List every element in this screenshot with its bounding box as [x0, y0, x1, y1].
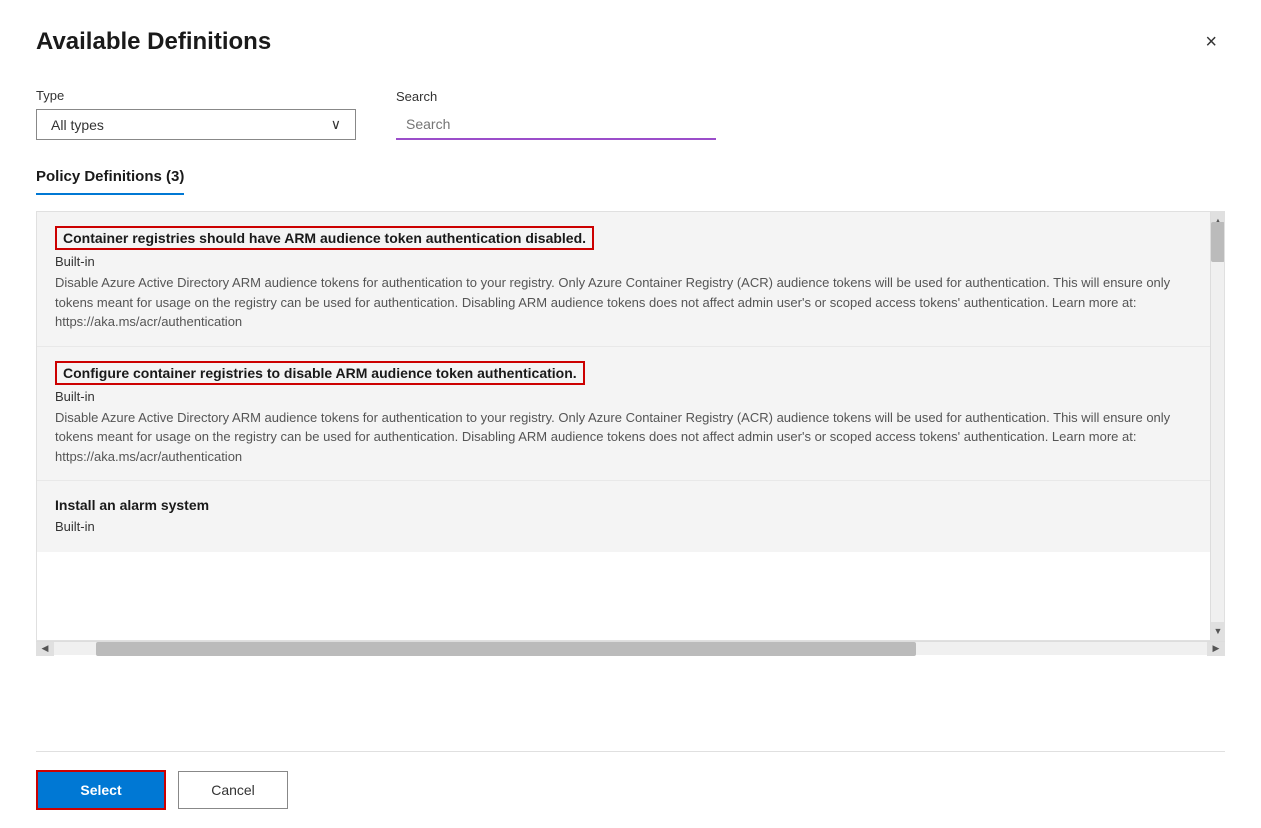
policy-type: Built-in — [55, 389, 1192, 404]
scroll-left-arrow[interactable]: ◀ — [36, 642, 54, 656]
policy-description: Disable Azure Active Directory ARM audie… — [55, 408, 1192, 467]
chevron-down-icon: ∨ — [331, 116, 341, 133]
type-label: Type — [36, 88, 356, 103]
filters-row: Type All types ∨ Search — [36, 88, 1225, 140]
policy-title: Container registries should have ARM aud… — [55, 226, 594, 250]
search-label: Search — [396, 89, 716, 104]
list-item[interactable]: Container registries should have ARM aud… — [37, 212, 1210, 347]
horizontal-scrollbar[interactable]: ◀ ▶ — [36, 641, 1225, 655]
scroll-right-arrow[interactable]: ▶ — [1207, 642, 1225, 656]
scroll-down-arrow[interactable]: ▼ — [1211, 622, 1225, 640]
section-wrapper: Policy Definitions (3) — [36, 168, 1225, 195]
policy-list[interactable]: Container registries should have ARM aud… — [36, 211, 1225, 641]
list-item[interactable]: Configure container registries to disabl… — [37, 347, 1210, 482]
dialog-title: Available Definitions — [36, 28, 271, 56]
dialog-header: Available Definitions × — [36, 28, 1225, 56]
policy-type: Built-in — [55, 254, 1192, 269]
policy-title: Install an alarm system — [55, 495, 209, 515]
section-header: Policy Definitions (3) — [36, 168, 184, 195]
policy-type: Built-in — [55, 519, 1192, 534]
dialog-footer: Select Cancel — [36, 751, 1225, 828]
type-select[interactable]: All types ∨ — [36, 109, 356, 140]
vertical-scrollbar[interactable]: ▲ ▼ — [1210, 212, 1224, 640]
available-definitions-dialog: Available Definitions × Type All types ∨… — [0, 0, 1261, 828]
policy-description: Disable Azure Active Directory ARM audie… — [55, 273, 1192, 332]
policy-list-inner: Container registries should have ARM aud… — [37, 212, 1224, 552]
policy-title: Configure container registries to disabl… — [55, 361, 585, 385]
cancel-button[interactable]: Cancel — [178, 771, 288, 809]
search-filter-group: Search — [396, 89, 716, 140]
h-scroll-thumb[interactable] — [96, 642, 916, 656]
type-filter-group: Type All types ∨ — [36, 88, 356, 140]
search-input[interactable] — [396, 110, 716, 140]
close-button[interactable]: × — [1197, 28, 1225, 56]
type-select-value: All types — [51, 117, 104, 133]
scroll-thumb[interactable] — [1211, 222, 1225, 262]
list-item[interactable]: Install an alarm system Built-in — [37, 481, 1210, 552]
select-button[interactable]: Select — [36, 770, 166, 810]
